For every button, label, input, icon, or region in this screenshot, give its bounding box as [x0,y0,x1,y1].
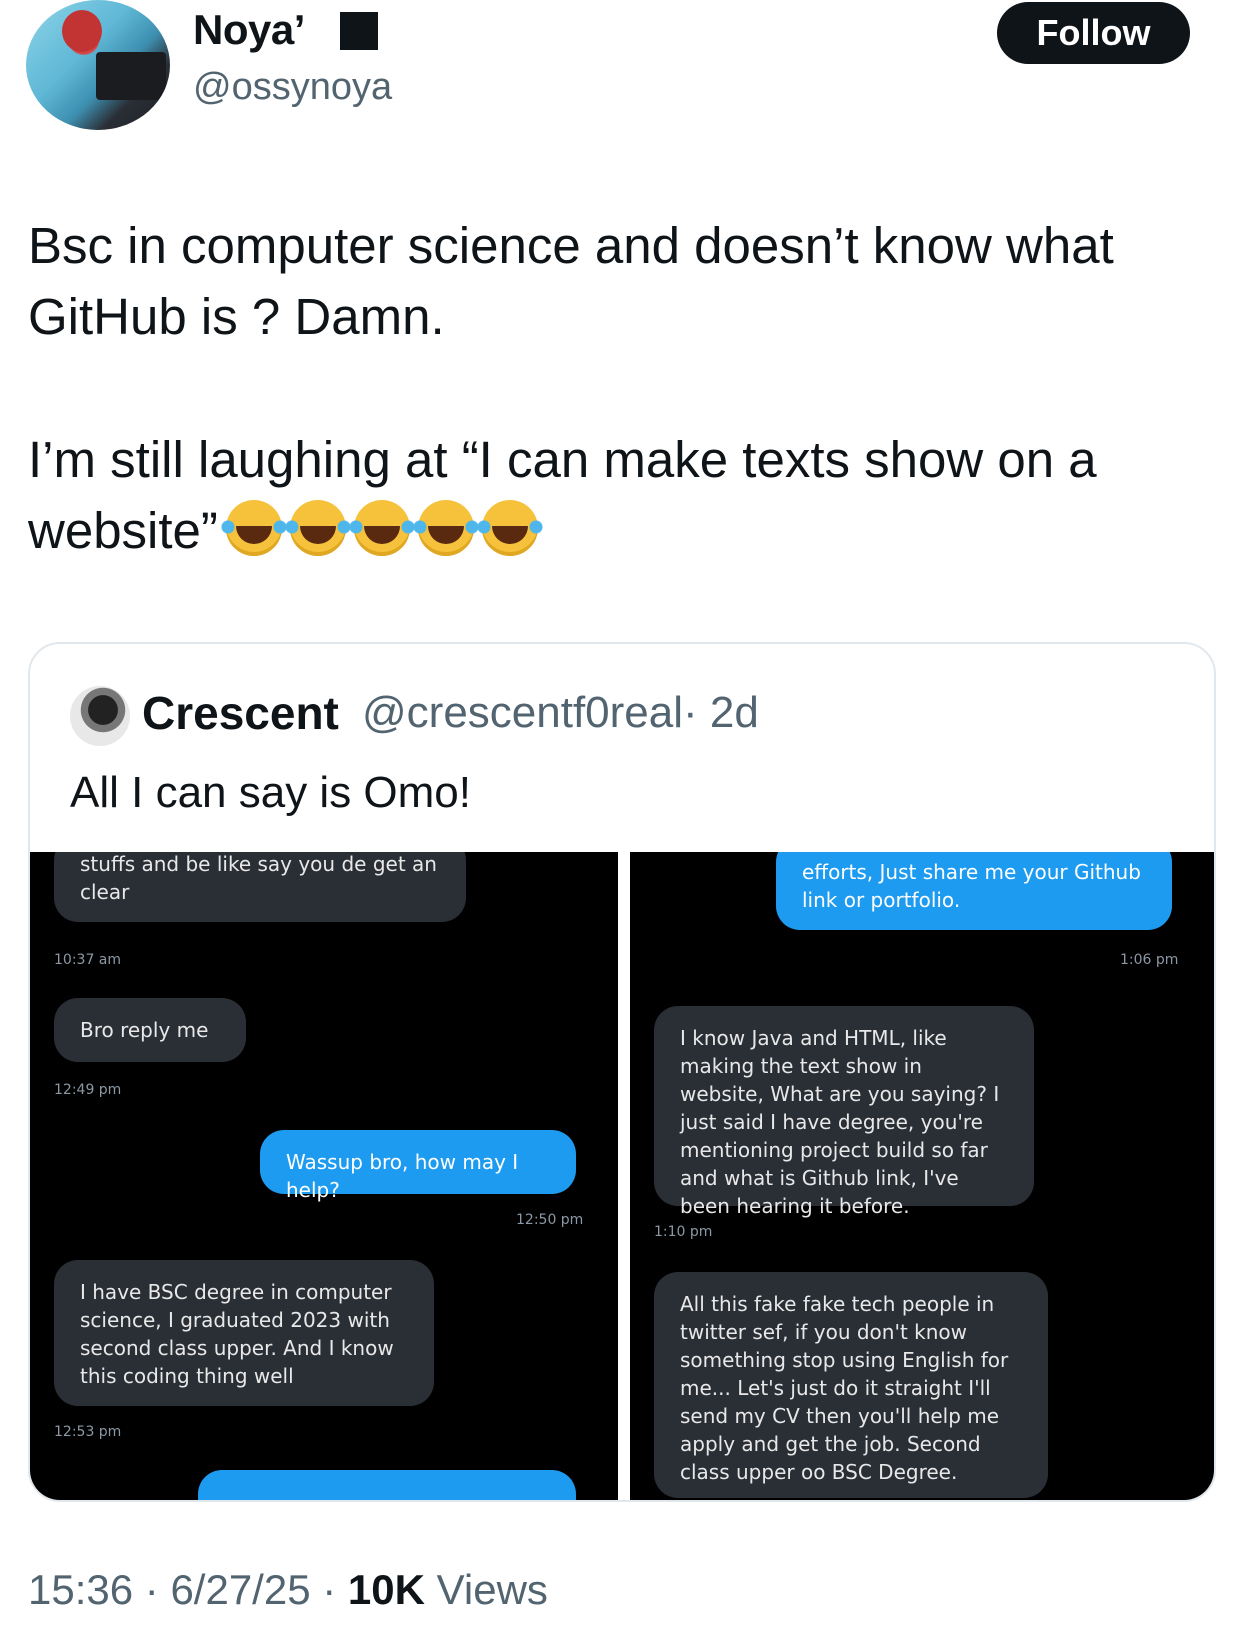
tweet-time[interactable]: 15:36 [28,1566,133,1613]
tweet-text-line-2: I’m still laughing at “I can make texts … [28,424,1218,566]
chat-timestamp: 10:37 am [54,952,122,968]
face-with-tears-of-joy-icon [347,500,416,556]
chat-bubble-incoming: I know Java and HTML, like making the te… [654,1006,1034,1218]
quoted-tweet-age: · 2d [683,688,759,737]
quoted-tweet-card[interactable]: Crescent @crescentf0real· 2d All I can s… [28,642,1216,1502]
tweet-text: Bsc in computer science and doesn’t know… [28,210,1218,566]
separator-dot: · [310,1566,348,1613]
quoted-media[interactable]: stuffs and be like say you de get an cle… [30,852,1214,1500]
views-label: Views [436,1566,548,1613]
chat-screenshot-right[interactable]: efforts, Just share me your Github link … [630,852,1214,1500]
chat-bubble-incoming: stuffs and be like say you de get an cle… [54,852,466,922]
quoted-author-handle: @crescentf0real [362,688,684,737]
chat-timestamp: 12:50 pm [516,1212,584,1228]
chat-bubble-outgoing: Wassup bro, how may I help? [260,1130,576,1202]
chat-timestamp: 12:53 pm [54,1424,122,1440]
chat-screenshot-left[interactable]: stuffs and be like say you de get an cle… [30,852,618,1500]
chat-timestamp: 1:10 pm [654,1224,713,1240]
chat-timestamp: 12:49 pm [54,1082,122,1098]
author-display-name[interactable]: Noya’ [193,6,305,54]
chat-bubble-incoming: Bro reply me [54,998,246,1062]
views-count: 10K [347,1566,425,1613]
face-with-tears-of-joy-icon [411,500,480,556]
follow-button[interactable]: Follow [997,2,1190,64]
separator-dot: · [133,1566,171,1613]
avatar-laptop [96,52,166,100]
author-avatar[interactable] [26,0,170,130]
face-with-tears-of-joy-icon [283,500,352,556]
black-square-emoji-icon [340,12,378,50]
chat-bubble-incoming: I have BSC degree in computer science, I… [54,1260,434,1406]
quoted-author-handle-and-age[interactable]: @crescentf0real· 2d [362,688,759,738]
chat-bubble-outgoing-partial [198,1470,576,1500]
tweet-metadata: 15:36 · 6/27/25 · 10K Views [28,1566,548,1614]
face-with-tears-of-joy-icon [475,500,544,556]
quoted-tweet-text: All I can say is Omo! [70,768,472,817]
chat-bubble-incoming: All this fake fake tech people in twitte… [654,1272,1048,1498]
chat-timestamp: 1:06 pm [1120,952,1179,968]
quoted-author-name[interactable]: Crescent [142,686,339,740]
avatar-figure [62,10,102,52]
tweet-text-line-1: Bsc in computer science and doesn’t know… [28,217,1114,345]
tweet-text-line-2-words: I’m still laughing at “I can make texts … [28,431,1097,559]
author-handle[interactable]: @ossynoya [193,66,392,109]
quoted-author-avatar[interactable] [70,686,130,746]
face-with-tears-of-joy-icon [219,500,288,556]
tweet-date[interactable]: 6/27/25 [170,1566,310,1613]
chat-bubble-outgoing: efforts, Just share me your Github link … [776,852,1172,930]
